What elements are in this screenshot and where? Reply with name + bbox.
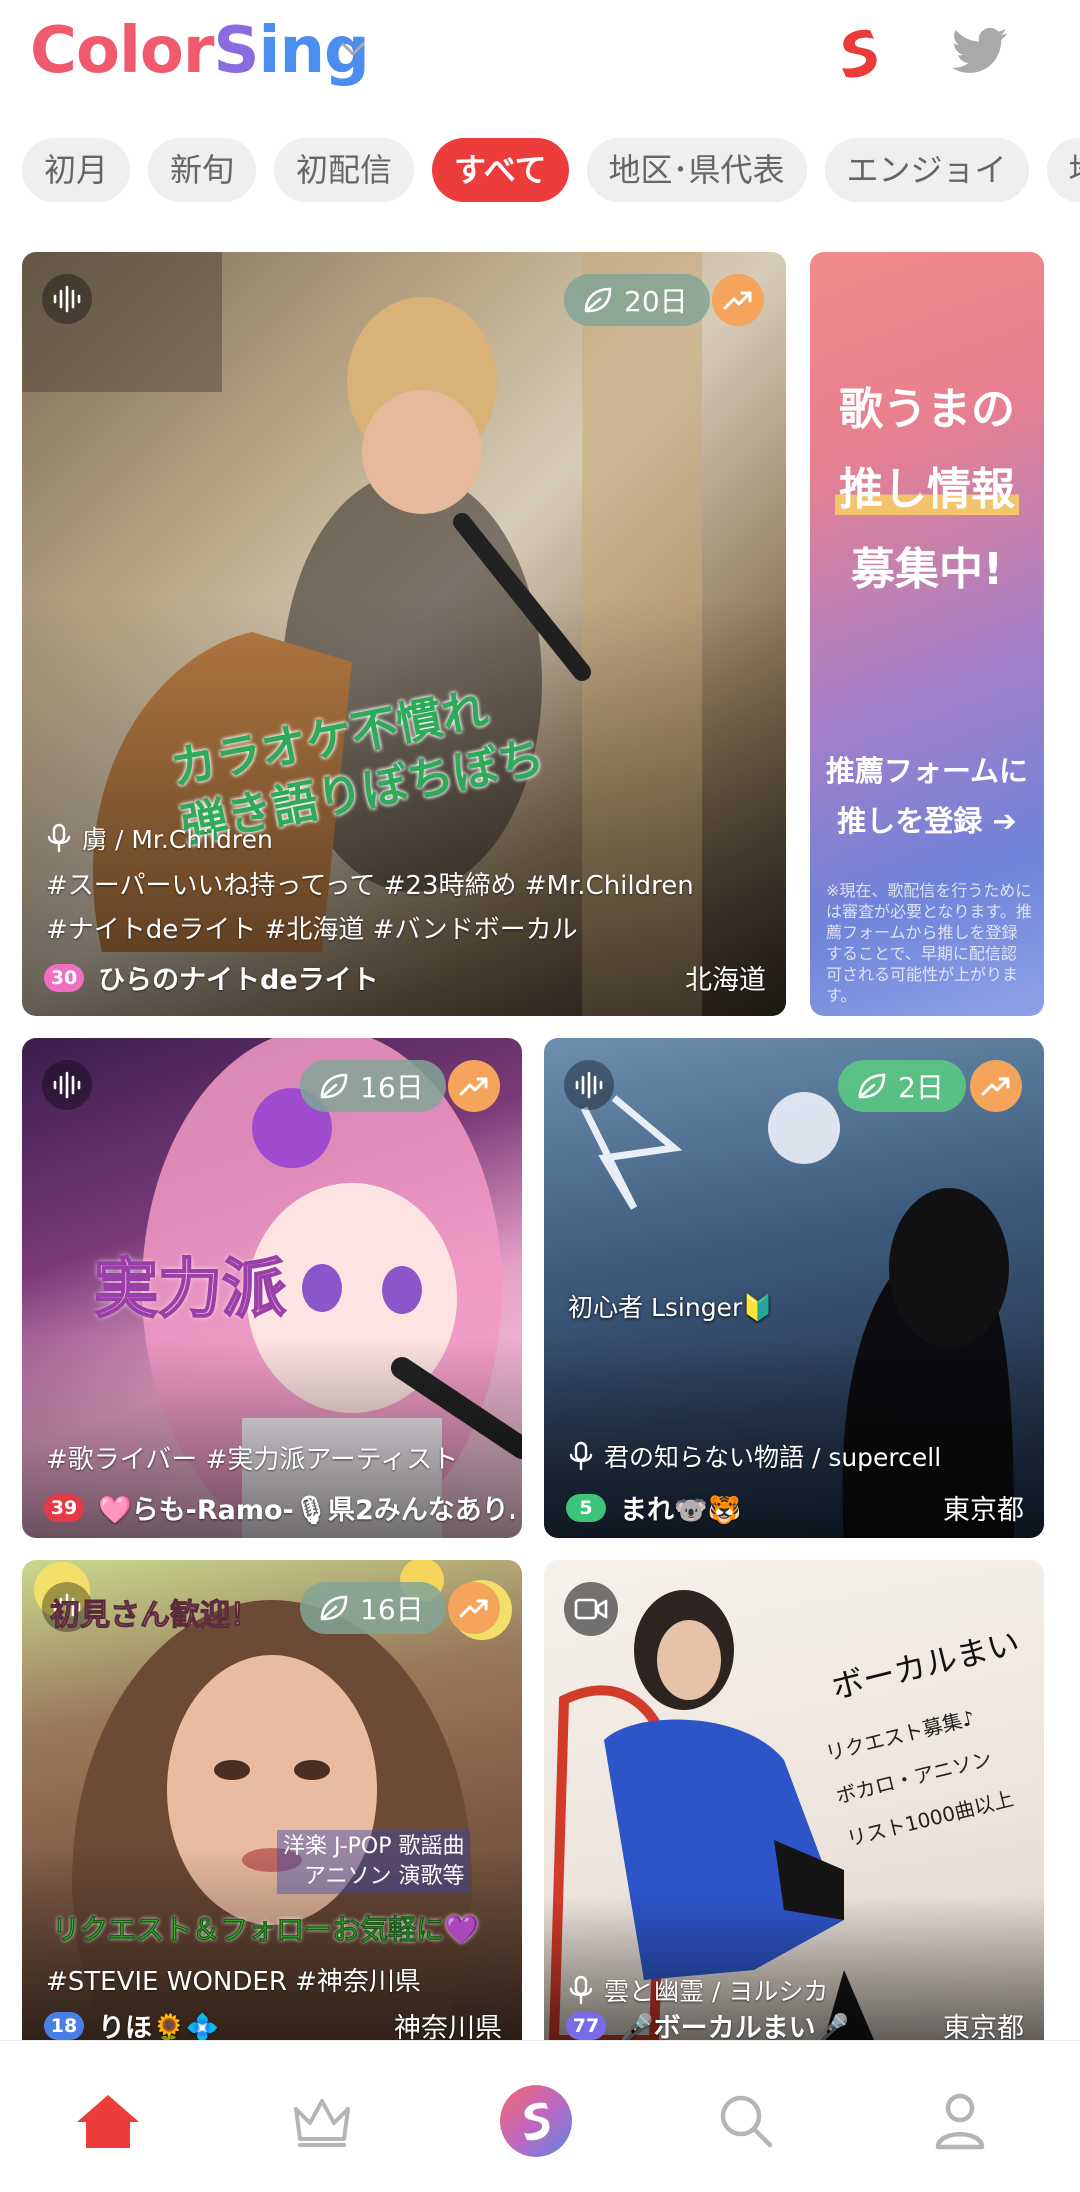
promo-title: 歌うまの 推し情報 募集中! (810, 370, 1044, 610)
level-badge: 5 (566, 1493, 606, 1522)
region-label: 神奈川県 (394, 2013, 502, 2040)
stream-card[interactable]: 16日 実力派 #歌ライバー #実力派アーティスト 39 🩷らも-Ramo-🎙県… (22, 1038, 522, 1538)
hashtags: #STEVIE WONDER #神奈川県 (46, 1967, 421, 1997)
audio-stream-icon (564, 1060, 614, 1110)
recommend-form-link[interactable]: 推薦フォームに 推しを登録 ➔ (810, 746, 1044, 846)
card-caption: 実力派 (93, 1252, 287, 1328)
tab-enjoy[interactable]: エンジョイ (824, 138, 1029, 202)
leaf-icon (584, 287, 612, 313)
colorsing-logo[interactable]: ColorSing (30, 14, 370, 88)
logo-text-s: S (213, 14, 259, 88)
streamer-name: 🩷らも-Ramo-🎙県2みんなあり… (98, 1495, 514, 1526)
hashtags: #歌ライバー #実力派アーティスト (46, 1445, 459, 1475)
stream-card[interactable]: 2日 初心者 Lsinger🔰 君の知らない物語 / supercell 5 ま… (544, 1038, 1044, 1538)
category-tabs: 初月新旬初配信すべて地区･県代表エンジョイ地 (0, 138, 1080, 204)
search-icon (720, 2095, 773, 2148)
trending-icon (448, 1060, 500, 1112)
nav-ranking[interactable] (282, 2081, 362, 2161)
streamer-info: 39 🩷らも-Ramo-🎙県2みんなあり… (44, 1488, 514, 1527)
nav-home[interactable] (68, 2081, 148, 2161)
promo-cta-line: 推薦フォームに (825, 754, 1029, 788)
region-label: 東京都 (943, 2013, 1024, 2040)
streamer-name: ひらのナイトdeライト (98, 965, 379, 996)
video-stream-icon (564, 1582, 618, 1636)
promo-title-line: 歌うまの (839, 384, 1015, 435)
days-count: 2日 (898, 1071, 944, 1104)
nav-profile[interactable] (920, 2081, 1000, 2161)
bottom-navigation (0, 2040, 1080, 2192)
colorsing-icon (500, 2085, 572, 2157)
tab-more[interactable]: 地 (1046, 138, 1080, 202)
promo-cta-line: 推しを登録 ➔ (837, 804, 1017, 838)
hashtags-line: #スーパーいいね持ってって #23時締め #Mr.Children (46, 871, 694, 901)
home-icon (77, 2095, 139, 2148)
days-badge: 16日 (300, 1582, 446, 1634)
song-info: 虜 / Mr.Children (46, 820, 273, 856)
logo-text-color: Color (30, 14, 214, 88)
days-count: 16日 (360, 1071, 424, 1104)
leaf-icon (320, 1595, 348, 1621)
level-badge: 39 (44, 1493, 84, 1522)
tab-all[interactable]: すべて (432, 138, 569, 202)
streamer-name: 🎤ボーカルまい🎤 (620, 2013, 850, 2040)
song-title: 君の知らない物語 / supercell (604, 1443, 942, 1472)
mic-icon (47, 823, 71, 853)
days-badge: 20日 (564, 274, 710, 326)
leaf-icon (320, 1073, 348, 1099)
promo-title-line: 推し情報 (835, 464, 1019, 515)
app-header: ColorSing (0, 0, 1080, 120)
card-subcaption: 洋楽 J-POP 歌謡曲 アニソン 演歌等 (277, 1830, 471, 1894)
nav-colorsing[interactable] (496, 2081, 576, 2161)
level-badge: 77 (566, 2011, 606, 2040)
days-badge: 2日 (838, 1060, 966, 1112)
tab-hatsuhaishin[interactable]: 初配信 (274, 138, 415, 202)
trending-icon (712, 274, 764, 326)
song-title: 虜 / Mr.Children (82, 825, 273, 854)
recommend-promo-banner[interactable]: 歌うまの 推し情報 募集中! 推薦フォームに 推しを登録 ➔ ※現在、歌配信を行… (810, 252, 1044, 1016)
nav-search[interactable] (706, 2081, 786, 2161)
song-info: 君の知らない物語 / supercell (568, 1438, 941, 1474)
mic-icon (569, 1975, 593, 2005)
tab-shinshun[interactable]: 新旬 (148, 138, 257, 202)
days-count: 16日 (360, 1593, 424, 1626)
trending-icon (448, 1582, 500, 1634)
tab-regional[interactable]: 地区･県代表 (586, 138, 807, 202)
streamer-info: 77 🎤ボーカルまい🎤 (566, 2006, 849, 2040)
song-info: 雲と幽霊 / ヨルシカ (568, 1972, 828, 2008)
days-badge: 16日 (300, 1060, 446, 1112)
streamer-info: 30 ひらのナイトdeライト (44, 958, 379, 997)
region-label: 東京都 (943, 1495, 1024, 1526)
streamer-name: まれ🐨🐯 (620, 1495, 742, 1526)
crown-icon (294, 2099, 350, 2147)
streamer-name: りほ🌻💠 (98, 2013, 220, 2040)
song-title: 雲と幽霊 / ヨルシカ (604, 1977, 829, 2006)
audio-stream-icon (42, 274, 92, 324)
colorsing-s-icon[interactable] (830, 22, 890, 82)
profile-icon (935, 2093, 985, 2150)
audio-stream-icon (42, 1060, 92, 1110)
tab-hatsuzuki[interactable]: 初月 (22, 138, 131, 202)
level-badge: 30 (44, 963, 84, 992)
days-count: 20日 (624, 285, 688, 318)
card-caption-request: リクエスト＆フォローお気軽に💜 (52, 1913, 479, 1947)
leaf-icon (858, 1073, 886, 1099)
twitter-icon[interactable] (952, 26, 1008, 76)
region-label: 北海道 (685, 965, 766, 996)
hashtags-line: #ナイトdeライト #北海道 #バンドボーカル (46, 915, 578, 945)
stream-card[interactable]: 20日 カラオケ不慣れ 弾き語りぼちぼち 虜 / Mr.Children #スー… (22, 252, 786, 1016)
stream-card[interactable]: 16日 初見さん歓迎！ 洋楽 J-POP 歌謡曲 アニソン 演歌等 リクエスト＆… (22, 1560, 522, 2040)
level-badge: 18 (44, 2011, 84, 2040)
streamer-info: 5 まれ🐨🐯 (566, 1488, 741, 1527)
promo-title-line: 募集中! (850, 544, 1004, 595)
trending-icon (970, 1060, 1022, 1112)
stream-card[interactable]: ボーカルまい リクエスト募集♪ ボカロ・アニソン リスト1000曲以上 雲と幽霊… (544, 1560, 1044, 2040)
card-caption: 初見さん歓迎！ (50, 1598, 261, 1634)
hashtags: #スーパーいいね持ってって #23時締め #Mr.Children #ナイトde… (46, 864, 694, 952)
chevron-down-icon[interactable] (338, 34, 368, 64)
card-caption: 初心者 Lsinger🔰 (568, 1293, 774, 1322)
promo-note: ※現在、歌配信を行うためには審査が必要となります。推薦フォームから推しを登録する… (826, 881, 1032, 1005)
mic-icon (569, 1441, 593, 1471)
streamer-info: 18 りほ🌻💠 (44, 2006, 219, 2040)
